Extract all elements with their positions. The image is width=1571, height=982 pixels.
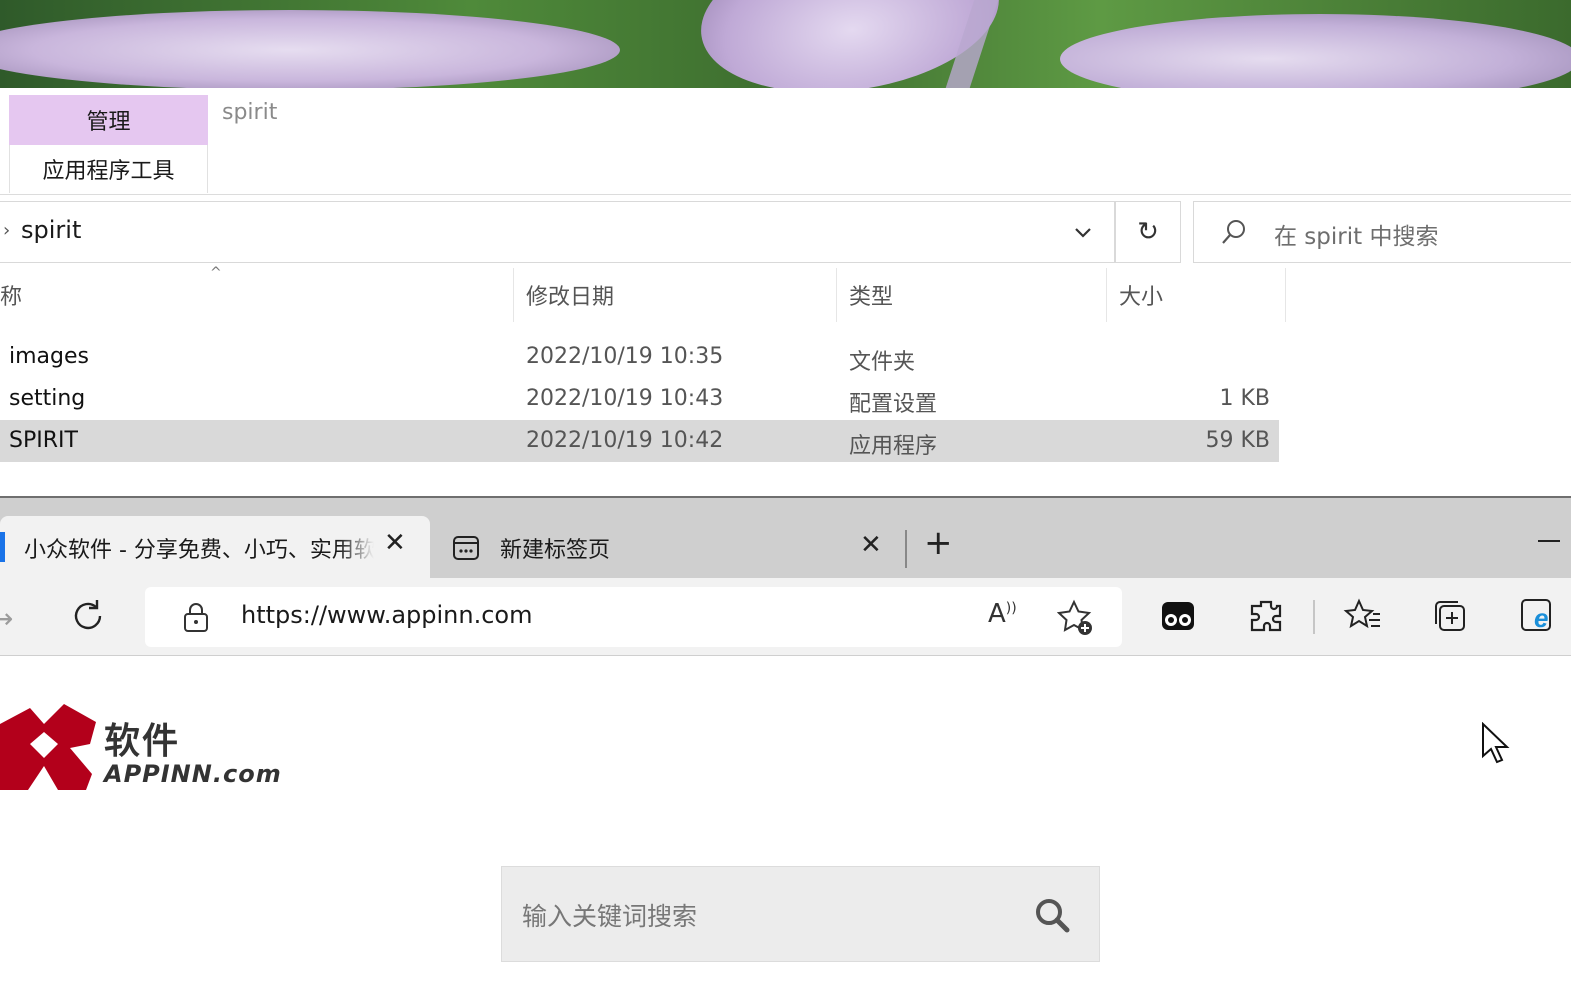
file-row[interactable]: images 2022/10/19 10:35 文件夹 xyxy=(0,336,1279,378)
close-tab-icon[interactable]: ✕ xyxy=(860,530,882,560)
file-name: images xyxy=(9,344,89,369)
wallpaper-lake xyxy=(0,10,620,88)
site-search-placeholder: 输入关键词搜索 xyxy=(522,902,698,931)
tab-title: 小众软件 - 分享免费、小巧、实用软件 xyxy=(24,538,374,563)
tab-appinn[interactable]: 小众软件 - 分享免费、小巧、实用软件 ✕ xyxy=(0,516,430,580)
add-favorite-icon[interactable] xyxy=(1057,599,1095,637)
tracker-extension-icon[interactable] xyxy=(1158,596,1198,636)
file-date: 2022/10/19 10:43 xyxy=(526,386,724,411)
read-aloud-icon[interactable]: A)) xyxy=(988,599,1017,629)
file-name: SPIRIT xyxy=(9,428,78,453)
favorites-icon[interactable] xyxy=(1343,596,1383,636)
column-header-type[interactable]: 类型 xyxy=(837,268,1106,322)
mouse-cursor-icon xyxy=(1482,722,1510,764)
toolbar-separator xyxy=(1313,600,1315,634)
appinn-logo-mark xyxy=(0,704,96,790)
refresh-button[interactable]: ↻ xyxy=(1115,201,1181,263)
column-header-label: 类型 xyxy=(849,285,894,310)
active-tab-indicator xyxy=(0,532,5,562)
tab-new-tab[interactable]: 新建标签页 ✕ xyxy=(432,516,902,580)
logo-cn-text: 软件 xyxy=(104,721,181,762)
minimize-icon[interactable] xyxy=(1538,540,1560,542)
explorer-search-placeholder: 在 spirit 中搜索 xyxy=(1274,224,1439,250)
refresh-icon: ↻ xyxy=(1137,217,1159,247)
file-date: 2022/10/19 10:35 xyxy=(526,344,724,369)
column-separator[interactable] xyxy=(1285,268,1286,322)
column-header-label: 大小 xyxy=(1119,285,1164,310)
file-row-selected[interactable]: SPIRIT 2022/10/19 10:42 应用程序 59 KB xyxy=(0,420,1279,462)
ribbon-tab-manage-label: 管理 xyxy=(86,110,131,135)
ribbon-divider xyxy=(0,194,1571,195)
ribbon-tab-app-tools[interactable]: 应用程序工具 xyxy=(9,145,208,193)
forward-arrow-icon[interactable]: → xyxy=(0,602,13,635)
url-text[interactable]: https://www.appinn.com xyxy=(241,601,533,629)
file-type: 文件夹 xyxy=(849,350,916,375)
site-search-input[interactable]: 输入关键词搜索 xyxy=(501,866,1100,962)
file-explorer-window: 管理 应用程序工具 spirit › spirit ↻ 在 spirit 中搜索… xyxy=(0,88,1571,496)
browser-window: 小众软件 - 分享免费、小巧、实用软件 ✕ 新建标签页 ✕ + → https:… xyxy=(0,496,1571,982)
column-header-size[interactable]: 大小 xyxy=(1107,268,1285,322)
file-row[interactable]: setting 2022/10/19 10:43 配置设置 1 KB xyxy=(0,378,1279,420)
browser-toolbar: → https://www.appinn.com A)) e xyxy=(0,578,1571,656)
ie-mode-icon[interactable]: e xyxy=(1518,596,1558,636)
column-header-label: 称 xyxy=(0,285,23,310)
address-path[interactable]: spirit xyxy=(21,216,81,244)
file-type: 配置设置 xyxy=(849,392,938,417)
lock-icon[interactable] xyxy=(181,601,211,633)
ribbon-tab-app-tools-label: 应用程序工具 xyxy=(42,159,175,184)
column-header-name[interactable]: 称 xyxy=(0,268,513,322)
tab-title: 新建标签页 xyxy=(500,538,611,563)
search-icon[interactable] xyxy=(1032,895,1072,935)
close-tab-icon[interactable]: ✕ xyxy=(384,528,406,558)
new-tab-page-icon xyxy=(453,536,479,560)
logo-en-text: APPINN.com xyxy=(104,760,282,788)
address-bar[interactable]: › spirit xyxy=(0,201,1115,263)
wallpaper-lake xyxy=(1060,14,1571,88)
chevron-down-icon[interactable] xyxy=(1071,220,1095,244)
url-bar[interactable]: https://www.appinn.com A)) xyxy=(145,587,1122,647)
ribbon-tab-manage[interactable]: 管理 xyxy=(9,95,208,145)
extensions-puzzle-icon[interactable] xyxy=(1246,596,1286,636)
tab-strip: 小众软件 - 分享免费、小巧、实用软件 ✕ 新建标签页 ✕ + xyxy=(0,496,1571,580)
svg-text:e: e xyxy=(1534,603,1548,633)
ribbon-context-title: spirit xyxy=(222,100,278,125)
file-name: setting xyxy=(9,386,86,411)
file-size: 1 KB xyxy=(1219,386,1270,411)
web-page: 软件 APPINN.com 输入关键词搜索 xyxy=(0,656,1571,982)
explorer-search-input[interactable]: 在 spirit 中搜索 xyxy=(1193,201,1571,263)
reload-icon[interactable] xyxy=(68,596,108,636)
column-header-date[interactable]: 修改日期 xyxy=(514,268,836,322)
new-tab-button[interactable]: + xyxy=(924,526,953,560)
search-icon xyxy=(1222,220,1245,244)
collections-icon[interactable] xyxy=(1430,596,1470,636)
appinn-logo[interactable]: 软件 APPINN.com xyxy=(0,700,290,796)
tab-divider xyxy=(905,530,907,568)
column-header-label: 修改日期 xyxy=(526,285,615,310)
file-size: 59 KB xyxy=(1205,428,1270,453)
breadcrumb-chevron-icon[interactable]: › xyxy=(3,220,10,241)
desktop-wallpaper xyxy=(0,0,1571,88)
file-date: 2022/10/19 10:42 xyxy=(526,428,724,453)
file-type: 应用程序 xyxy=(849,434,938,459)
